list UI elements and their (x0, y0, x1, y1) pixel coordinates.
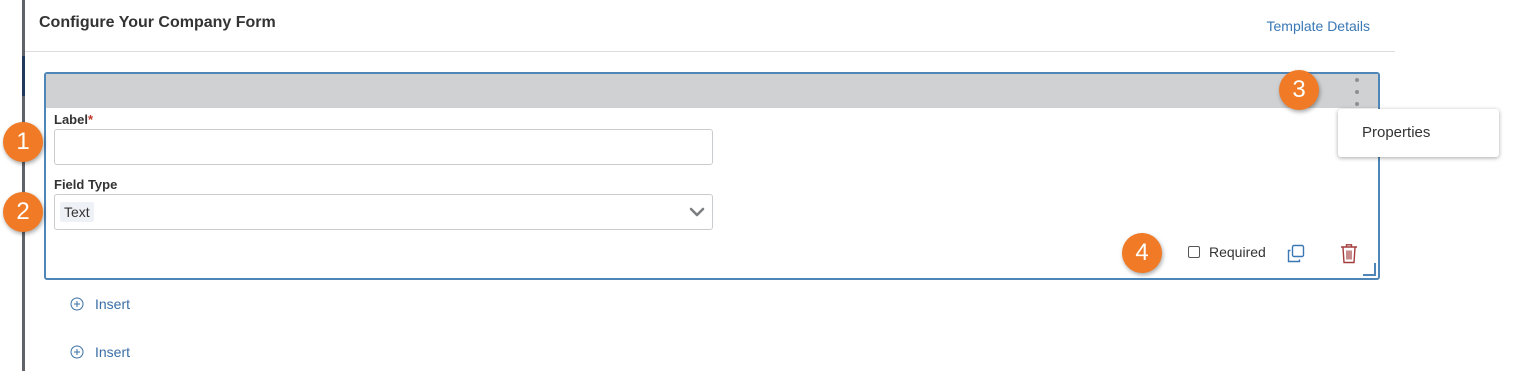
resize-handle-icon[interactable] (1362, 262, 1376, 276)
required-asterisk: * (87, 112, 94, 127)
plus-circle-icon (70, 345, 84, 359)
chevron-down-icon (689, 207, 705, 217)
field-options-menu: Properties (1338, 109, 1499, 157)
field-type-selected-value: Text (60, 202, 94, 222)
template-details-link[interactable]: Template Details (1267, 18, 1371, 34)
more-vertical-icon[interactable] (1352, 78, 1362, 106)
form-field-card[interactable]: Label* Field Type Text Required (44, 72, 1380, 280)
copy-icon[interactable] (1286, 244, 1306, 264)
label-field-title-text: Label (54, 112, 88, 127)
required-checkbox-group[interactable]: Required (1188, 244, 1266, 260)
plus-circle-icon (70, 297, 84, 311)
step-badge-4: 4 (1122, 233, 1162, 273)
required-checkbox[interactable] (1188, 246, 1200, 258)
page-header: Configure Your Company Form Template Det… (25, 0, 1395, 52)
step-badge-3: 3 (1279, 70, 1319, 110)
field-card-header-bar[interactable] (46, 74, 1378, 108)
insert-label: Insert (95, 344, 131, 360)
field-type-title: Field Type (54, 177, 118, 192)
trash-icon[interactable] (1340, 243, 1358, 264)
insert-button[interactable]: Insert (70, 296, 130, 312)
step-badge-1: 1 (3, 122, 43, 162)
label-field-title: Label* (54, 112, 93, 127)
label-input[interactable] (54, 129, 713, 165)
page-title: Configure Your Company Form (39, 14, 276, 31)
step-badge-2: 2 (3, 192, 43, 232)
insert-button[interactable]: Insert (70, 344, 130, 360)
menu-item-properties[interactable]: Properties (1362, 124, 1430, 141)
insert-label: Insert (95, 296, 131, 312)
field-type-select[interactable]: Text (54, 194, 713, 230)
required-label: Required (1209, 244, 1266, 260)
left-rail-active-indicator (22, 56, 25, 96)
